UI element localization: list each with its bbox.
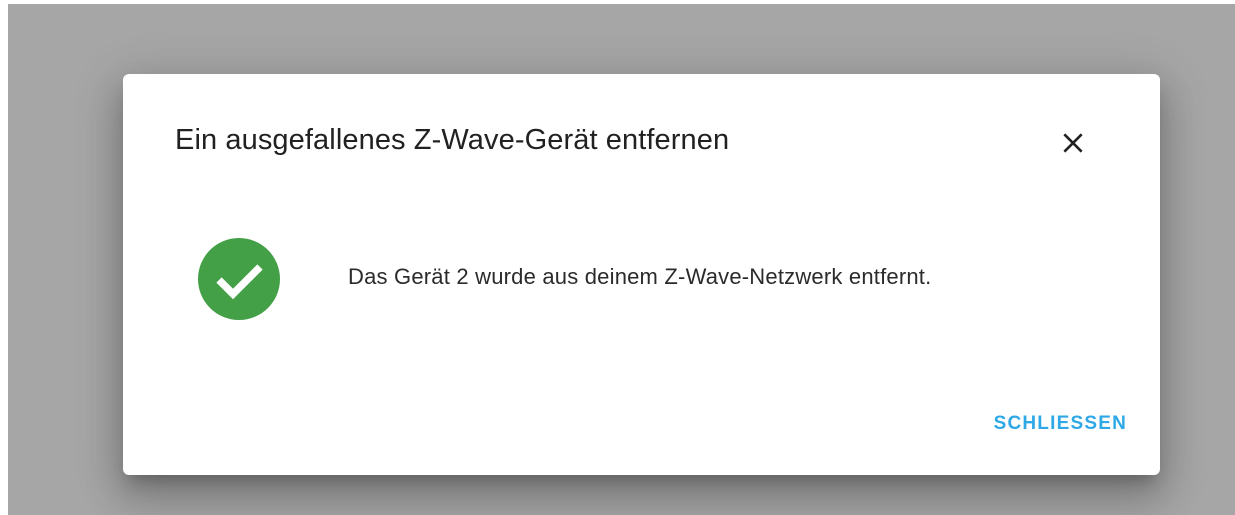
check-circle-icon [198,238,280,320]
close-icon [1063,133,1083,153]
status-message: Das Gerät 2 wurde aus deinem Z-Wave-Netz… [348,264,932,289]
close-button[interactable] [1053,123,1093,163]
remove-failed-device-dialog: Ein ausgefallenes Z-Wave-Gerät entfernen… [123,74,1160,475]
dialog-title: Ein ausgefallenes Z-Wave-Gerät entfernen [175,124,730,156]
close-dialog-button[interactable]: SCHLIESSEN [953,404,1141,444]
